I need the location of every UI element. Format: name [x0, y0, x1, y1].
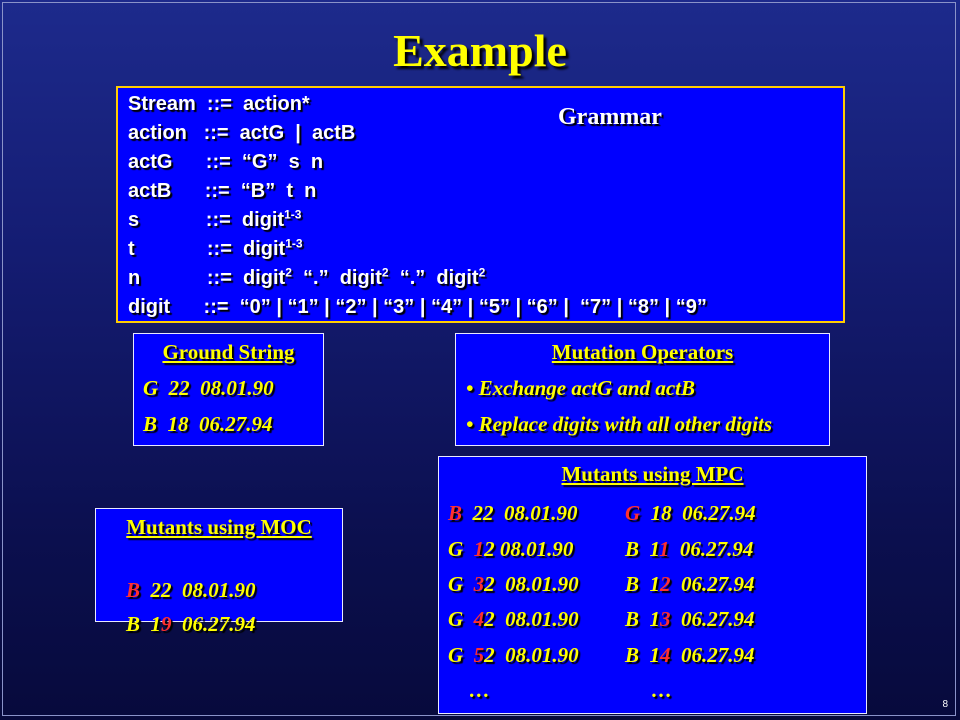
- grammar-line-actg: actG ::= “G” s n: [128, 151, 324, 173]
- mpc-mutant-line: B 13 06.27.94: [625, 607, 755, 631]
- moc-mutants-title: Mutants using MOC: [126, 515, 312, 539]
- mpc-mutant-line: G 52 08.01.90: [448, 643, 579, 667]
- moc-mutants-box: Mutants using MOC B 22 08.01.90 B 19 06.…: [95, 508, 343, 636]
- ground-string-line: G 22 08.01.90: [143, 376, 274, 400]
- grammar-line-digit: digit ::= “0” | “1” | “2” | “3” | “4” | …: [128, 296, 707, 318]
- page-number: 8: [942, 699, 948, 710]
- mpc-mutant-line: G 42 08.01.90: [448, 607, 579, 631]
- mutation-operators-box: Mutation Operators • Exchange actG and a…: [455, 333, 830, 446]
- mpc-mutants-title: Mutants using MPC: [561, 462, 744, 486]
- mpc-ellipsis: …: [448, 678, 490, 702]
- mpc-mutants-box: Mutants using MPC B 22 08.01.90 G 12 08.…: [438, 456, 867, 714]
- mpc-mutant-line: B 12 06.27.94: [625, 572, 755, 596]
- grammar-line-actb: actB ::= “B” t n: [128, 180, 317, 202]
- grammar-line-t: t ::= digit1-3: [128, 236, 303, 260]
- mpc-mutant-line: B 22 08.01.90: [448, 501, 578, 525]
- grammar-line-s: s ::= digit1-3: [128, 207, 302, 231]
- mutation-operators-title: Mutation Operators: [551, 340, 734, 364]
- mpc-mutant-line: G 12 08.01.90: [448, 537, 574, 561]
- ground-string-title: Ground String: [162, 340, 295, 364]
- mpc-mutant-line: B 14 06.27.94: [625, 643, 755, 667]
- moc-mutant-line: B 19 06.27.94: [126, 612, 256, 636]
- ground-string-box: Ground String G 22 08.01.90 B 18 06.27.9…: [133, 333, 324, 446]
- grammar-label: Grammar: [558, 104, 662, 130]
- mpc-mutant-line: G 32 08.01.90: [448, 572, 579, 596]
- ground-string-line: B 18 06.27.94: [143, 412, 273, 436]
- mutation-operator-item: • Exchange actG and actB: [466, 376, 696, 400]
- grammar-line-n: n ::= digit2 “.” digit2 “.” digit2: [128, 265, 486, 289]
- mpc-mutant-line: B 11 06.27.94: [625, 537, 754, 561]
- grammar-box: Stream ::= action* action ::= actG | act…: [116, 86, 845, 323]
- mutation-operator-item: • Replace digits with all other digits: [466, 412, 773, 436]
- slide-title: Example: [393, 25, 567, 76]
- mpc-ellipsis: …: [625, 678, 673, 702]
- mpc-mutant-line: G 18 06.27.94: [625, 501, 756, 525]
